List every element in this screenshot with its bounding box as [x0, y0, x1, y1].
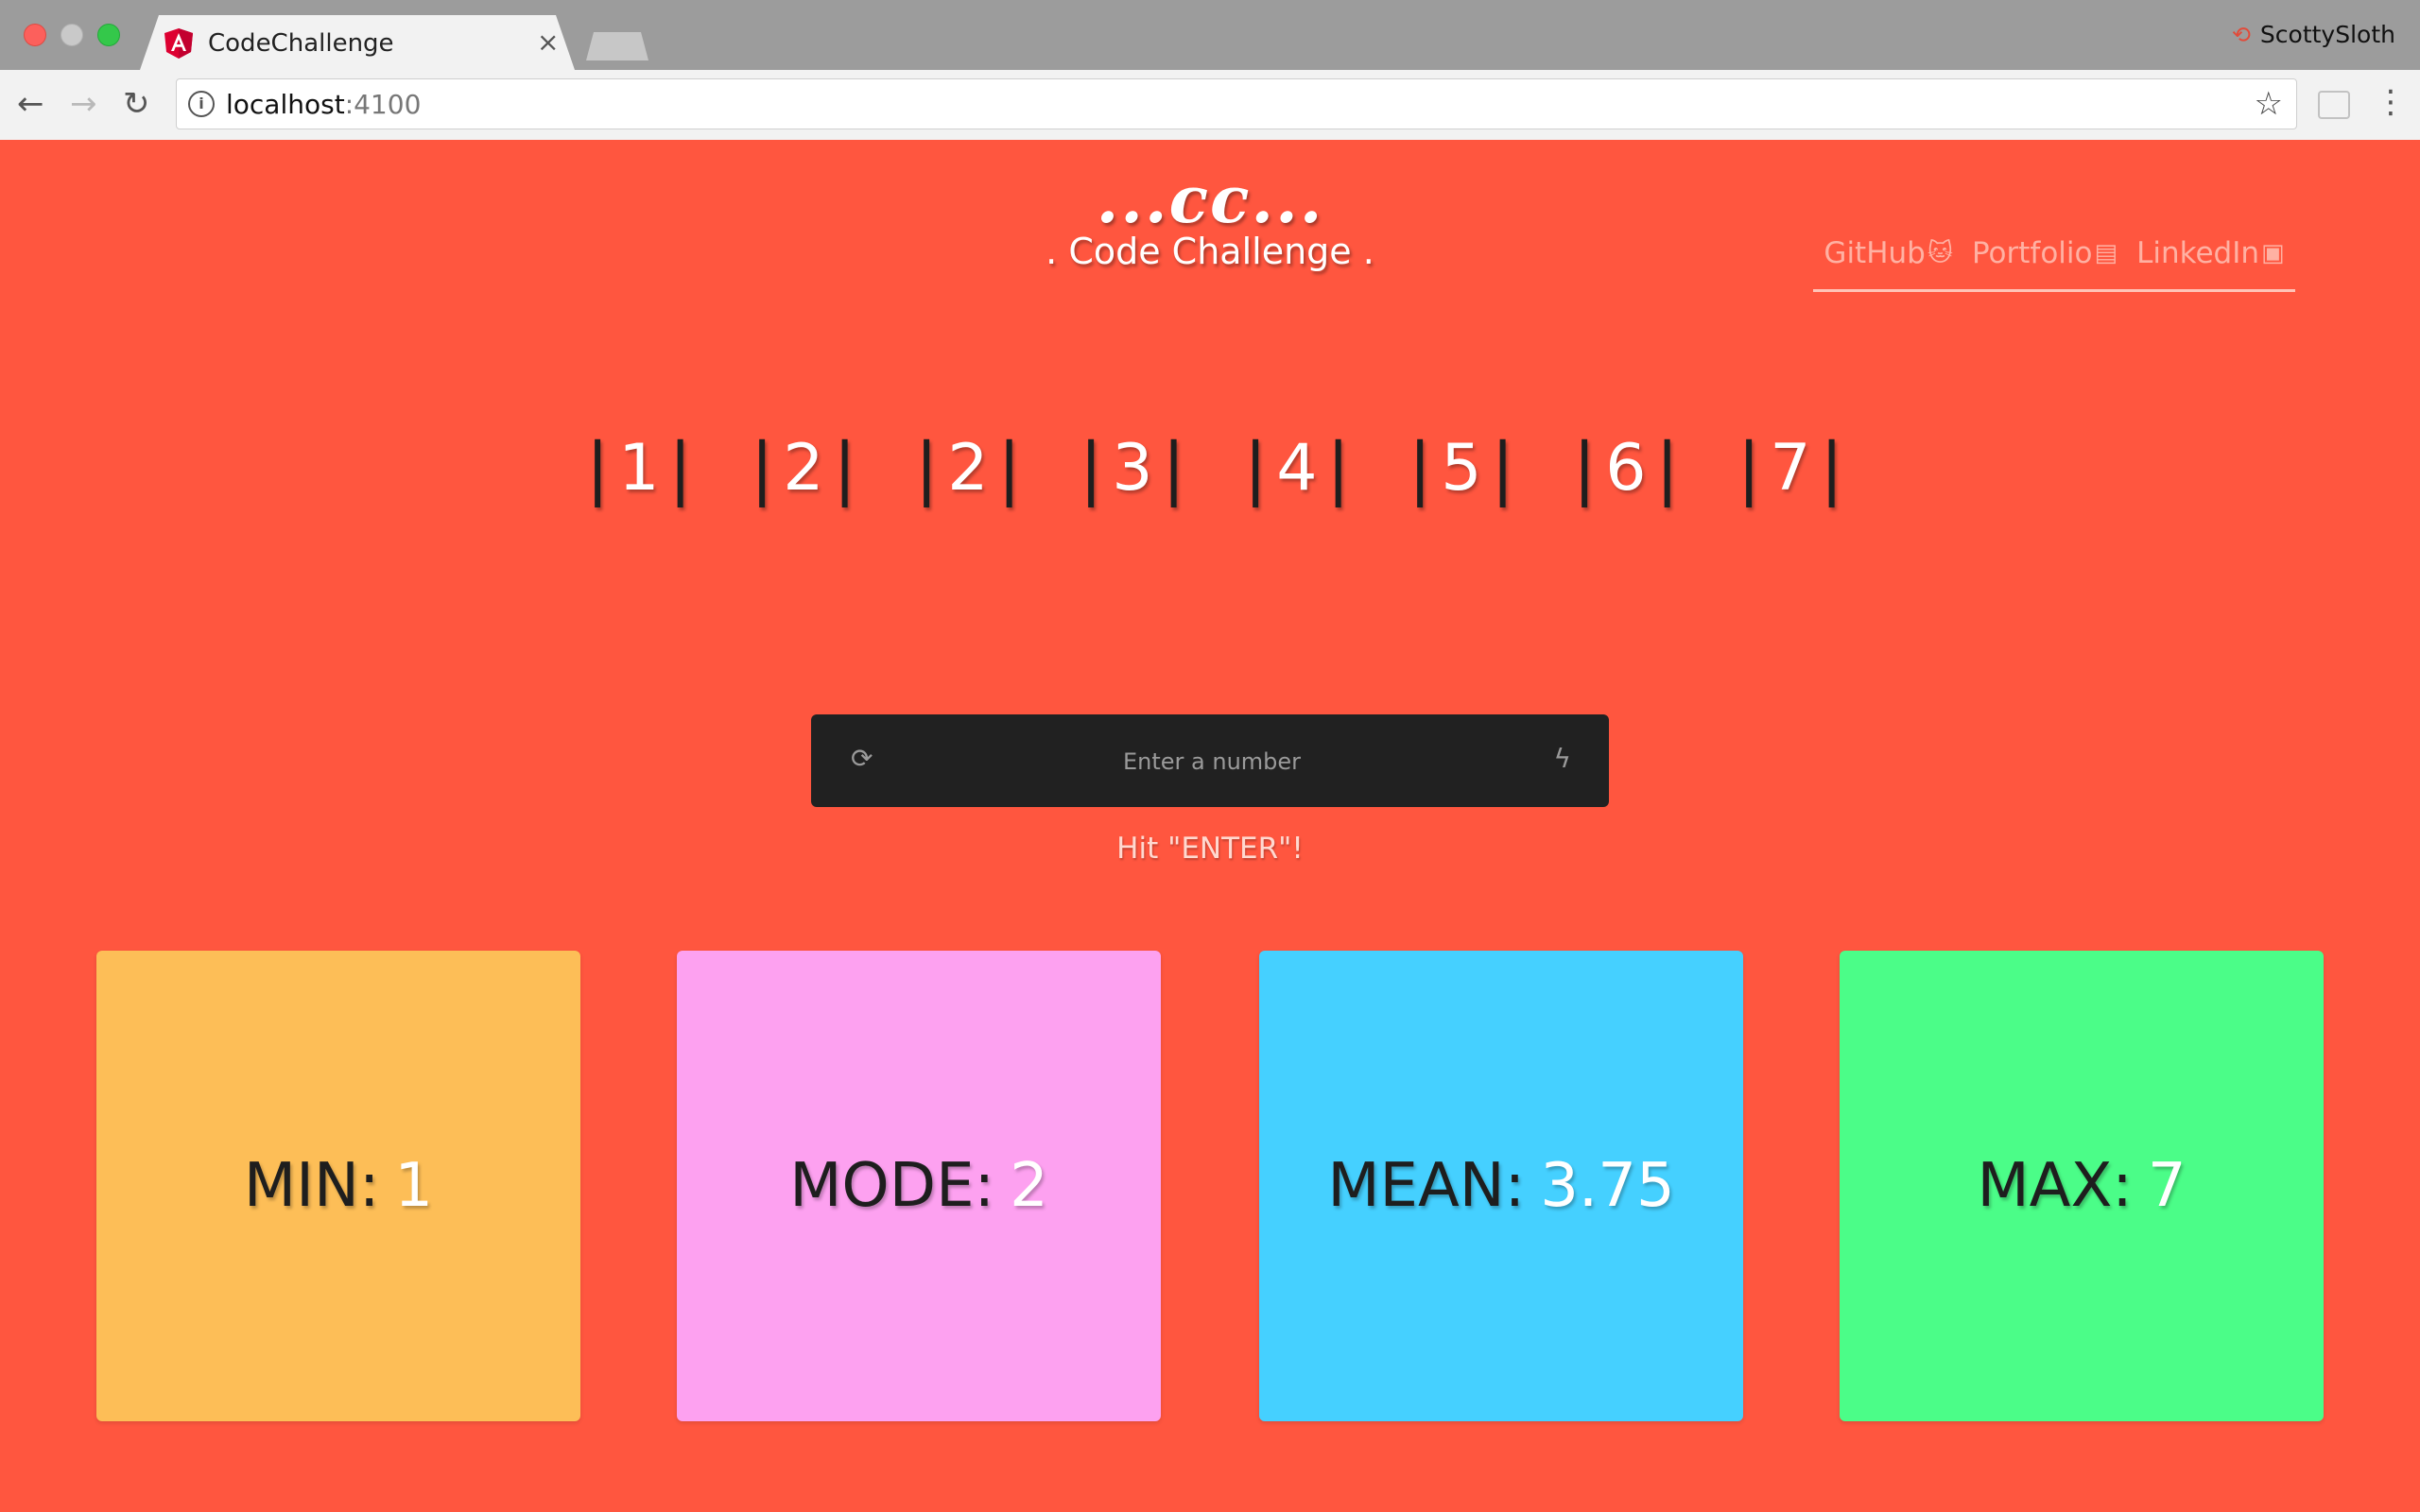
url-text[interactable]: localhost:4100 [226, 89, 421, 120]
tab-close-icon[interactable]: × [537, 26, 559, 58]
social-links: GitHub 🐱 Portfolio ▤ LinkedIn ▣ [1813, 236, 2295, 292]
forward-arrow-icon[interactable]: → [70, 85, 97, 123]
stat-label: MAX: [1977, 1151, 2133, 1221]
github-icon: 🐱 [1927, 239, 1953, 267]
stat-value: 1 [394, 1151, 434, 1221]
number-item: | 7 | [1737, 428, 1843, 507]
reload-icon[interactable]: ↻ [123, 85, 150, 123]
address-bar[interactable]: i localhost:4100 ☆ [176, 78, 2297, 129]
number-input-bar: ⟳ ϟ [811, 714, 1609, 807]
browser-toolbar: ← → ↻ i localhost:4100 ☆ ⋮ [0, 70, 2420, 141]
number-item: | 1 | [586, 428, 692, 507]
number-item: | 3 | [1080, 428, 1185, 507]
bolt-icon[interactable]: ϟ [1554, 743, 1571, 774]
back-arrow-icon[interactable]: ← [17, 85, 44, 123]
bookmark-star-icon[interactable]: ☆ [2255, 85, 2283, 123]
stat-label: MODE: [789, 1151, 995, 1221]
id-card-icon: ▤ [2094, 239, 2118, 267]
refresh-icon[interactable]: ⟳ [851, 743, 873, 774]
number-item: | 2 | [915, 428, 1021, 507]
stat-value: 7 [2147, 1151, 2187, 1221]
menu-kebab-icon[interactable]: ⋮ [2375, 83, 2407, 121]
github-link[interactable]: GitHub 🐱 [1824, 236, 1953, 270]
page: ...cc... . Code Challenge . GitHub 🐱 Por… [0, 140, 2420, 1512]
stat-card-mode: MODE: 2 [677, 951, 1161, 1421]
stat-card-max: MAX: 7 [1840, 951, 2324, 1421]
number-input[interactable] [915, 737, 1509, 786]
window-minimize-button[interactable] [60, 24, 83, 46]
stat-label: MEAN: [1327, 1151, 1526, 1221]
extension-icon[interactable] [2318, 91, 2350, 119]
linkedin-link[interactable]: LinkedIn ▣ [2136, 236, 2285, 270]
stat-value: 3.75 [1540, 1151, 1675, 1221]
profile-button[interactable]: ⟲ ScottySloth [2232, 21, 2395, 48]
profile-name: ScottySloth [2259, 21, 2395, 48]
new-tab-button[interactable] [586, 32, 648, 60]
number-item: | 2 | [751, 428, 856, 507]
logo: ...cc... [1096, 163, 1324, 238]
browser-titlebar: CodeChallenge × ⟲ ScottySloth [0, 0, 2420, 70]
window-maximize-button[interactable] [97, 24, 120, 46]
number-item: | 5 | [1409, 428, 1514, 507]
browser-tab[interactable]: CodeChallenge × [140, 15, 575, 70]
enter-hint: Hit "ENTER"! [1116, 832, 1304, 866]
portfolio-link[interactable]: Portfolio ▤ [1972, 236, 2118, 270]
angular-icon [164, 28, 193, 59]
stat-value: 2 [1010, 1151, 1048, 1221]
stat-card-mean: MEAN: 3.75 [1259, 951, 1743, 1421]
tab-title: CodeChallenge [208, 29, 394, 58]
number-item: | 6 | [1573, 428, 1679, 507]
stat-card-min: MIN: 1 [96, 951, 580, 1421]
stat-label: MIN: [243, 1151, 380, 1221]
info-icon[interactable]: i [188, 91, 215, 117]
number-list: | 1 | | 2 | | 2 | | 3 | | 4 | | 5 | | 6 | | 7 | [586, 428, 1902, 507]
number-item: | 4 | [1244, 428, 1350, 507]
window-close-button[interactable] [24, 24, 46, 46]
linkedin-icon: ▣ [2261, 239, 2285, 267]
sync-icon: ⟲ [2231, 21, 2251, 48]
